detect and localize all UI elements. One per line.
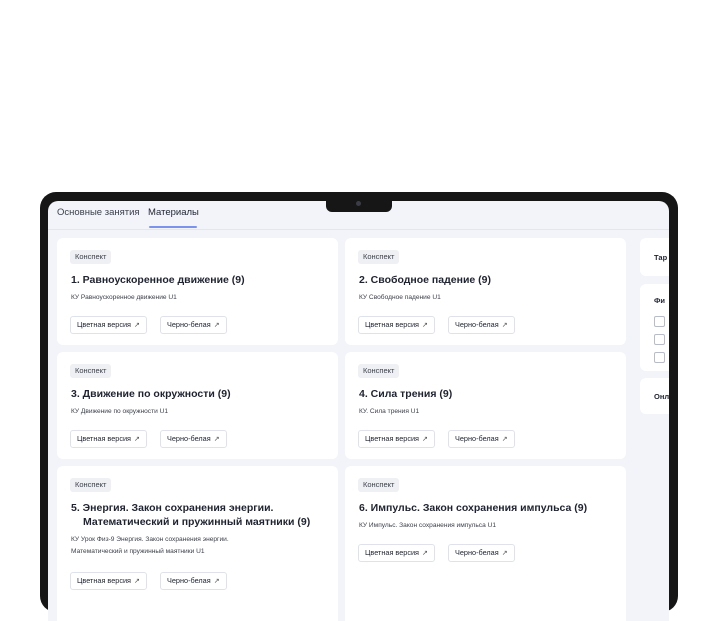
button-label: Цветная версия	[77, 320, 132, 329]
button-label: Черно-белая	[455, 434, 499, 443]
external-link-icon: ↗	[422, 550, 428, 557]
external-link-icon: ↗	[213, 322, 220, 329]
side-panel-label: Фи	[654, 296, 666, 305]
card-title: 1. Равноускоренное движение (9)	[71, 274, 245, 286]
external-link-icon: ↗	[422, 436, 428, 443]
button-label: Черно-белая	[167, 576, 211, 585]
card-title: 5. Энергия. Закон сохранения энергии. Ма…	[71, 501, 328, 529]
card-title: 3. Движение по окружности (9)	[71, 388, 231, 400]
external-link-icon: ↗	[134, 578, 140, 585]
bw-version-button[interactable]: Черно-белая ↗	[160, 572, 227, 590]
bw-version-button[interactable]: Черно-белая ↗	[160, 430, 227, 448]
external-link-icon: ↗	[501, 550, 508, 557]
card-description: КУ Урок Физ-9 Энергия. Закон сохранения …	[71, 534, 326, 558]
color-version-button[interactable]: Цветная версия ↗	[358, 316, 435, 334]
tab-materials[interactable]: Материалы	[148, 207, 199, 218]
type-badge: Конспект	[70, 250, 112, 264]
filter-checkbox[interactable]	[654, 334, 665, 345]
material-card: Конспект 4. Сила трения (9) КУ. Сила тре…	[345, 352, 626, 459]
card-title-line: Математический и пружинный маятники (9)	[83, 516, 311, 528]
external-link-icon: ↗	[213, 578, 220, 585]
bw-version-button[interactable]: Черно-белая ↗	[448, 316, 515, 334]
type-badge: Конспект	[358, 478, 400, 492]
camera-icon	[356, 201, 361, 206]
type-badge: Конспект	[70, 364, 112, 378]
card-description: КУ Равноускоренное движение U1	[71, 294, 177, 301]
laptop-frame: Основные занятия Материалы Конспект 1. Р…	[40, 192, 678, 621]
card-title: 2. Свободное падение (9)	[359, 274, 491, 286]
external-link-icon: ↗	[422, 322, 428, 329]
button-label: Цветная версия	[365, 320, 420, 329]
bw-version-button[interactable]: Черно-белая ↗	[448, 544, 515, 562]
color-version-button[interactable]: Цветная версия ↗	[70, 316, 147, 334]
filter-panel: Фи	[640, 284, 669, 371]
card-description: КУ. Сила трения U1	[359, 408, 420, 415]
color-version-button[interactable]: Цветная версия ↗	[358, 430, 435, 448]
side-panel-label: Тар	[654, 253, 668, 262]
card-description: КУ Свободное падение U1	[359, 294, 441, 301]
type-badge: Конспект	[70, 478, 112, 492]
card-description-line: Математический и пружинный маятники U1	[71, 548, 205, 555]
material-card: Конспект 3. Движение по окружности (9) К…	[57, 352, 338, 459]
tab-main-lessons[interactable]: Основные занятия	[57, 207, 140, 218]
material-card: Конспект 5. Энергия. Закон сохранения эн…	[57, 466, 338, 621]
card-title: 6. Импульс. Закон сохранения импульса (9…	[359, 502, 588, 514]
active-tab-indicator	[149, 226, 197, 228]
button-label: Цветная версия	[365, 434, 420, 443]
card-title-line: 5. Энергия. Закон сохранения энергии.	[71, 502, 274, 514]
filter-checkbox[interactable]	[654, 352, 665, 363]
material-card: Конспект 2. Свободное падение (9) КУ Сво…	[345, 238, 626, 345]
button-label: Черно-белая	[167, 320, 211, 329]
button-label: Цветная версия	[77, 576, 132, 585]
button-label: Черно-белая	[455, 548, 499, 557]
filter-checkbox[interactable]	[654, 316, 665, 327]
online-panel[interactable]: Онл	[640, 378, 669, 414]
card-description-line: КУ Урок Физ-9 Энергия. Закон сохранения …	[71, 536, 229, 543]
color-version-button[interactable]: Цветная версия ↗	[358, 544, 435, 562]
material-card: Конспект 6. Импульс. Закон сохранения им…	[345, 466, 626, 621]
button-label: Черно-белая	[167, 434, 211, 443]
card-description: КУ Движение по окружности U1	[71, 408, 169, 415]
card-title: 4. Сила трения (9)	[359, 388, 453, 400]
bw-version-button[interactable]: Черно-белая ↗	[448, 430, 515, 448]
type-badge: Конспект	[358, 364, 400, 378]
button-label: Цветная версия	[365, 548, 420, 557]
camera-notch	[326, 192, 392, 212]
external-link-icon: ↗	[501, 322, 508, 329]
tariff-panel[interactable]: Тар	[640, 238, 669, 276]
external-link-icon: ↗	[134, 436, 140, 443]
app-screen: Основные занятия Материалы Конспект 1. Р…	[48, 201, 669, 621]
type-badge: Конспект	[358, 250, 400, 264]
bw-version-button[interactable]: Черно-белая ↗	[160, 316, 227, 334]
side-panel-label: Онл	[654, 392, 669, 401]
external-link-icon: ↗	[213, 436, 220, 443]
color-version-button[interactable]: Цветная версия ↗	[70, 572, 147, 590]
external-link-icon: ↗	[501, 436, 508, 443]
material-card: Конспект 1. Равноускоренное движение (9)…	[57, 238, 338, 345]
button-label: Черно-белая	[455, 320, 499, 329]
external-link-icon: ↗	[134, 322, 140, 329]
button-label: Цветная версия	[77, 434, 132, 443]
color-version-button[interactable]: Цветная версия ↗	[70, 430, 147, 448]
card-description: КУ Импульс. Закон сохранения импульса U1	[359, 522, 497, 529]
